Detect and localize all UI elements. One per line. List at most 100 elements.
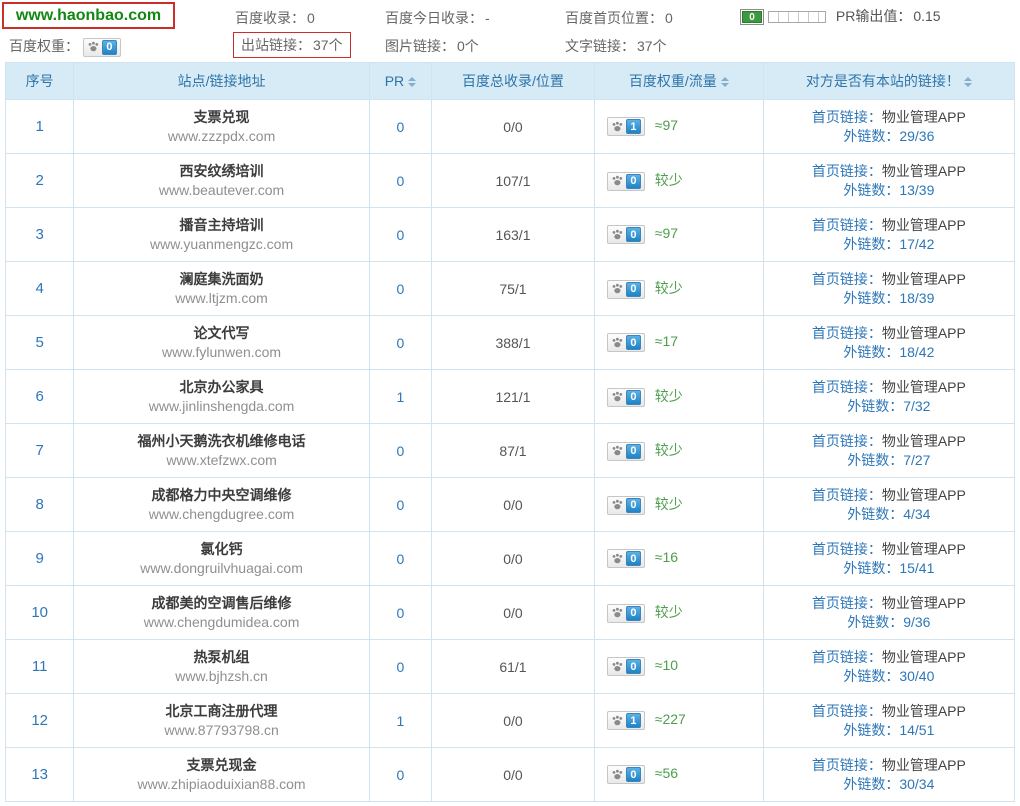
pr-value-link[interactable]: 0 [369,208,431,262]
table-row: 6 北京办公家具 www.jinlinshengda.com 1 121/1 0… [6,370,1015,424]
outlink-count-value[interactable]: 30/34 [899,776,934,792]
header-pr-sortable[interactable]: PR [369,63,431,100]
pr-value-link[interactable]: 0 [369,262,431,316]
site-domain-link[interactable]: www.ltjzm.com [74,289,368,308]
pr-value-link[interactable]: 1 [369,370,431,424]
home-link-label[interactable]: 首页链接： [812,217,882,233]
outlink-count-link[interactable]: 外链数：14/51 [764,721,1014,740]
site-domain-link[interactable]: www.zhipiaoduixian88.com [74,775,368,794]
outlink-count-label[interactable]: 外链数： [843,290,899,306]
pr-value-link[interactable]: 0 [369,424,431,478]
home-link-label[interactable]: 首页链接： [812,595,882,611]
header-weight-sortable[interactable]: 百度权重/流量 [594,63,763,100]
outlink-count-link[interactable]: 外链数：4/34 [764,505,1014,524]
outlink-count-link[interactable]: 外链数：30/34 [764,775,1014,794]
outlink-count-value[interactable]: 4/34 [903,506,930,522]
outlink-count-value[interactable]: 29/36 [899,128,934,144]
outlink-count-link[interactable]: 外链数：29/36 [764,127,1014,146]
header-backlink-sortable[interactable]: 对方是否有本站的链接！ [763,63,1014,100]
site-domain-link[interactable]: www.zzzpdx.com [74,127,368,146]
site-domain-link[interactable]: www.fylunwen.com [74,343,368,362]
pr-value-link[interactable]: 1 [369,694,431,748]
site-domain-link[interactable]: www.xtefzwx.com [74,451,368,470]
site-domain-link[interactable]: www.chengdugree.com [74,505,368,524]
outlink-count-value[interactable]: 18/42 [899,344,934,360]
home-link-label[interactable]: 首页链接： [812,541,882,557]
outlink-count-label[interactable]: 外链数： [843,182,899,198]
pr-value-link[interactable]: 0 [369,154,431,208]
outlink-count-value[interactable]: 30/40 [899,668,934,684]
home-link-label[interactable]: 首页链接： [812,325,882,341]
outlink-count-value[interactable]: 14/51 [899,722,934,738]
sort-icon[interactable] [721,77,729,87]
sort-icon[interactable] [408,77,416,87]
outlink-count-value[interactable]: 15/41 [899,560,934,576]
site-domain-link[interactable]: www.yuanmengzc.com [74,235,368,254]
outlink-count-value[interactable]: 9/36 [903,614,930,630]
outlink-count-label[interactable]: 外链数： [843,560,899,576]
outlink-count-label[interactable]: 外链数： [843,344,899,360]
pr-value-link[interactable]: 0 [369,100,431,154]
baidu-included-value: 388/1 [432,316,595,370]
outlink-count-label[interactable]: 外链数： [843,128,899,144]
outlink-count-label[interactable]: 外链数： [847,398,903,414]
outlink-count-label[interactable]: 外链数： [843,668,899,684]
outlink-count-link[interactable]: 外链数：7/27 [764,451,1014,470]
outlink-count-label[interactable]: 外链数： [843,236,899,252]
outlink-count-label[interactable]: 外链数： [843,776,899,792]
outlink-count-value[interactable]: 13/39 [899,182,934,198]
outlink-count-link[interactable]: 外链数：15/41 [764,559,1014,578]
baidu-weight-badge: 0 [607,333,645,352]
baidu-weight-badge: 0 [607,657,645,676]
site-domain-link[interactable]: www.87793798.cn [74,721,368,740]
paw-icon [611,769,624,781]
outlink-count-label[interactable]: 外链数： [843,722,899,738]
pr-value-link[interactable]: 0 [369,316,431,370]
outlink-count-label[interactable]: 外链数： [847,614,903,630]
baidu-included-value: 87/1 [432,424,595,478]
home-link-label[interactable]: 首页链接： [812,109,882,125]
site-cell: 北京办公家具 www.jinlinshengda.com [74,370,369,424]
outlink-count-label[interactable]: 外链数： [847,506,903,522]
site-title: 福州小天鹅洗衣机维修电话 [74,432,368,451]
baidu-included-value: 61/1 [432,640,595,694]
site-title: 北京办公家具 [74,378,368,397]
home-link-label[interactable]: 首页链接： [812,163,882,179]
home-link-label[interactable]: 首页链接： [812,703,882,719]
home-link-label[interactable]: 首页链接： [812,271,882,287]
sort-icon[interactable] [964,77,972,87]
outlink-count-link[interactable]: 外链数：18/39 [764,289,1014,308]
weight-cell: 0 较少 [594,478,763,532]
outlink-count-value[interactable]: 18/39 [899,290,934,306]
pr-value-link[interactable]: 0 [369,586,431,640]
site-cell: 北京工商注册代理 www.87793798.cn [74,694,369,748]
outlink-count-link[interactable]: 外链数：30/40 [764,667,1014,686]
pr-value-link[interactable]: 0 [369,532,431,586]
site-domain-link[interactable]: www.dongruilvhuagai.com [74,559,368,578]
site-domain-link[interactable]: www.chengdumidea.com [74,613,368,632]
home-link-label[interactable]: 首页链接： [812,757,882,773]
site-domain-link[interactable]: www.jinlinshengda.com [74,397,368,416]
outlink-count-value[interactable]: 7/27 [903,452,930,468]
outlink-count-value[interactable]: 7/32 [903,398,930,414]
home-link-label[interactable]: 首页链接： [812,433,882,449]
pr-value-link[interactable]: 0 [369,478,431,532]
row-index: 13 [6,748,74,802]
outlink-count-link[interactable]: 外链数：13/39 [764,181,1014,200]
pr-value-link[interactable]: 0 [369,640,431,694]
home-link-label[interactable]: 首页链接： [812,487,882,503]
outlink-count-label[interactable]: 外链数： [847,452,903,468]
stat-value: - [485,10,490,26]
outlink-count-link[interactable]: 外链数：7/32 [764,397,1014,416]
site-domain-link[interactable]: www.beautever.com [74,181,368,200]
outlink-count-link[interactable]: 外链数：18/42 [764,343,1014,362]
outlink-count-value[interactable]: 17/42 [899,236,934,252]
pr-value-link[interactable]: 0 [369,748,431,802]
outlink-count-link[interactable]: 外链数：17/42 [764,235,1014,254]
site-domain-link[interactable]: www.bjhzsh.cn [74,667,368,686]
home-link-label[interactable]: 首页链接： [812,649,882,665]
stat-baidu-today: 百度今日收录：- [385,8,490,28]
pr-bar-track [768,11,826,23]
home-link-label[interactable]: 首页链接： [812,379,882,395]
outlink-count-link[interactable]: 外链数：9/36 [764,613,1014,632]
